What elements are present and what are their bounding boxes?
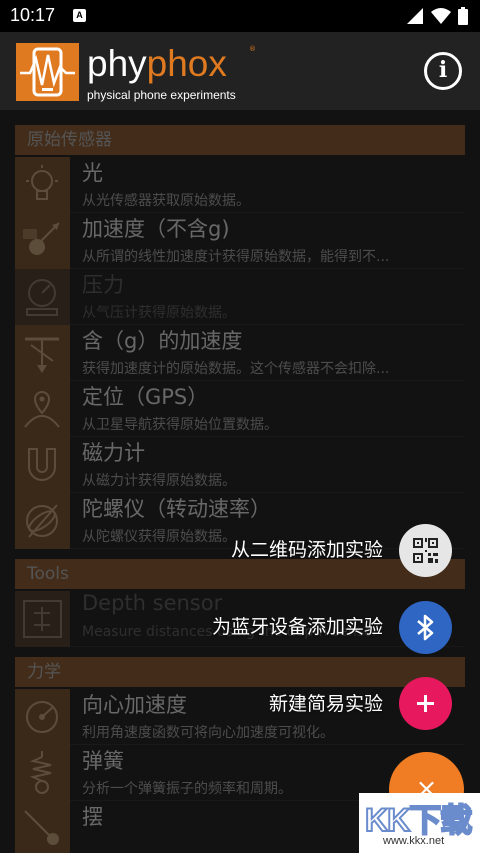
experiment-title: 向心加速度 xyxy=(82,693,187,717)
signal-icon xyxy=(407,8,423,24)
status-bar: 10:17 A xyxy=(0,0,480,32)
experiment-title: 陀螺仪（转动速率） xyxy=(82,497,271,521)
magnet-icon xyxy=(15,437,70,493)
gravity-acceleration-icon xyxy=(15,325,70,381)
logo-phox: phox xyxy=(146,43,227,84)
new-simple-experiment-button[interactable] xyxy=(399,677,452,730)
logo-subtitle: physical phone experiments xyxy=(87,88,236,102)
experiment-item-acceleration-with-g[interactable]: 含（g）的加速度 获得加速度计的原始数据。这个传感器不会扣除... xyxy=(15,325,465,381)
pressure-gauge-icon xyxy=(15,269,70,325)
watermark: KK下载 www.kkx.net xyxy=(359,793,480,853)
section-header-tools: Tools xyxy=(15,559,465,589)
fab-qr-label[interactable]: 从二维码添加实验 xyxy=(231,535,383,562)
experiment-description: 从所谓的线性加速度计获得原始数据，能得到不... xyxy=(82,249,390,265)
add-from-qr-button[interactable] xyxy=(399,524,452,577)
phyphox-logo-icon xyxy=(16,43,79,101)
notification-a-icon: A xyxy=(73,9,86,22)
experiment-item-centripetal[interactable]: 向心加速度 利用角速度函数可将向心加速度可视化。 xyxy=(15,689,465,745)
app-logo-wordmark: phyphox xyxy=(87,42,227,86)
experiment-list: 原始传感器 光 从光传感器获取原始数据。 加速度（不含g) 从所谓的线性加速度计… xyxy=(15,125,465,853)
experiment-title: 光 xyxy=(82,161,103,185)
gyroscope-icon xyxy=(15,493,70,549)
location-globe-icon xyxy=(15,381,70,437)
experiment-title: 加速度（不含g) xyxy=(82,217,230,241)
experiment-title: 磁力计 xyxy=(82,441,145,465)
plus-icon xyxy=(417,695,434,712)
experiment-title: 摆 xyxy=(82,805,103,829)
experiment-item-light[interactable]: 光 从光传感器获取原始数据。 xyxy=(15,157,465,213)
qr-code-icon xyxy=(413,538,438,563)
section-header-raw-sensors: 原始传感器 xyxy=(15,125,465,155)
logo-registered: ® xyxy=(249,45,256,53)
status-time: 10:17 xyxy=(10,5,56,25)
experiment-item-pressure[interactable]: 压力 从气压计获得原始数据。 xyxy=(15,269,465,325)
experiment-title: 弹簧 xyxy=(82,749,124,773)
experiment-description: 获得加速度计的原始数据。这个传感器不会扣除... xyxy=(82,361,390,377)
depth-sensor-icon xyxy=(15,591,70,647)
lightbulb-icon xyxy=(15,157,70,213)
centripetal-icon xyxy=(15,689,70,745)
watermark-url: www.kkx.net xyxy=(383,835,445,847)
experiment-title: Depth sensor xyxy=(82,591,223,615)
experiment-description: 从气压计获得原始数据。 xyxy=(82,305,236,321)
logo-phy: phy xyxy=(87,43,147,84)
fab-new-label[interactable]: 新建简易实验 xyxy=(269,689,383,716)
experiment-description: 从卫星导航获得原始位置数据。 xyxy=(82,417,278,433)
app-bar: phyphox ® physical phone experiments i xyxy=(0,32,480,110)
fab-bluetooth-label[interactable]: 为蓝牙设备添加实验 xyxy=(212,612,383,639)
experiment-item-gps[interactable]: 定位（GPS） 从卫星导航获得原始位置数据。 xyxy=(15,381,465,437)
spring-icon xyxy=(15,745,70,801)
wifi-icon xyxy=(431,8,451,24)
experiment-title: 含（g）的加速度 xyxy=(82,329,243,353)
experiment-title: 压力 xyxy=(82,273,124,297)
info-button[interactable]: i xyxy=(424,52,462,90)
section-header-mechanics: 力学 xyxy=(15,657,465,687)
status-icons xyxy=(406,6,468,26)
pendulum-icon xyxy=(15,801,70,853)
add-bluetooth-button[interactable] xyxy=(399,601,452,654)
experiment-description: 从磁力计获得原始数据。 xyxy=(82,473,236,489)
experiment-item-linear-acceleration[interactable]: 加速度（不含g) 从所谓的线性加速度计获得原始数据，能得到不... xyxy=(15,213,465,269)
experiment-title: 定位（GPS） xyxy=(82,385,209,409)
experiment-description: 从光传感器获取原始数据。 xyxy=(82,193,250,209)
accelerometer-icon xyxy=(15,213,70,269)
bluetooth-icon xyxy=(417,614,434,641)
experiment-item-magnetometer[interactable]: 磁力计 从磁力计获得原始数据。 xyxy=(15,437,465,493)
battery-icon xyxy=(458,7,468,25)
experiment-list-container: 原始传感器 光 从光传感器获取原始数据。 加速度（不含g) 从所谓的线性加速度计… xyxy=(0,110,480,853)
